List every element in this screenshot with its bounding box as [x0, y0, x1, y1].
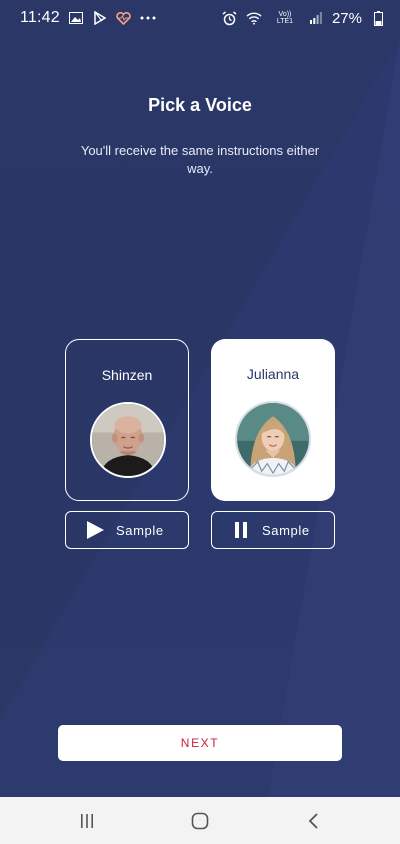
app-screen: 11:42 Vo)) LTE1 27% Pick a Voice You'll … [0, 0, 400, 844]
voice-card-julianna[interactable]: Julianna [211, 339, 335, 501]
voice-name: Julianna [246, 366, 300, 382]
status-time: 11:42 [20, 9, 60, 26]
pause-icon [226, 522, 256, 538]
home-icon [191, 812, 209, 829]
page-subtitle: You'll receive the same instructions eit… [80, 143, 320, 176]
home-button[interactable] [180, 801, 220, 841]
play-icon [80, 521, 110, 539]
play-store-icon [92, 10, 108, 26]
recent-apps-button[interactable] [67, 801, 107, 841]
battery-icon [370, 10, 386, 26]
voice-card-shinzen[interactable]: Shinzen [65, 339, 189, 501]
battery-percent: 27% [331, 9, 362, 27]
sample-label: Sample [262, 522, 310, 538]
background-diagonal-shape [0, 40, 400, 844]
volte-signal-icon: Vo)) LTE1 [270, 10, 300, 26]
heart-health-icon [116, 10, 132, 26]
status-bar: 11:42 Vo)) LTE1 27% [0, 0, 400, 36]
cell-signal-icon [308, 10, 324, 26]
back-icon [309, 812, 318, 829]
next-button[interactable]: NEXT [58, 725, 342, 761]
sample-label: Sample [116, 522, 164, 538]
sample-button-julianna[interactable]: Sample [211, 511, 335, 549]
more-notifications-icon [140, 10, 156, 26]
alarm-icon [222, 10, 238, 26]
avatar-julianna [235, 401, 311, 477]
gallery-icon [68, 10, 84, 26]
voice-name: Shinzen [101, 367, 153, 383]
volte-label: Vo)) LTE1 [276, 11, 294, 25]
recent-apps-icon [80, 813, 93, 828]
page-title: Pick a Voice [148, 95, 252, 115]
back-button[interactable] [293, 801, 333, 841]
sample-button-shinzen[interactable]: Sample [65, 511, 189, 549]
wifi-icon [246, 10, 262, 26]
system-nav-bar [0, 797, 400, 844]
avatar-shinzen [90, 402, 166, 478]
